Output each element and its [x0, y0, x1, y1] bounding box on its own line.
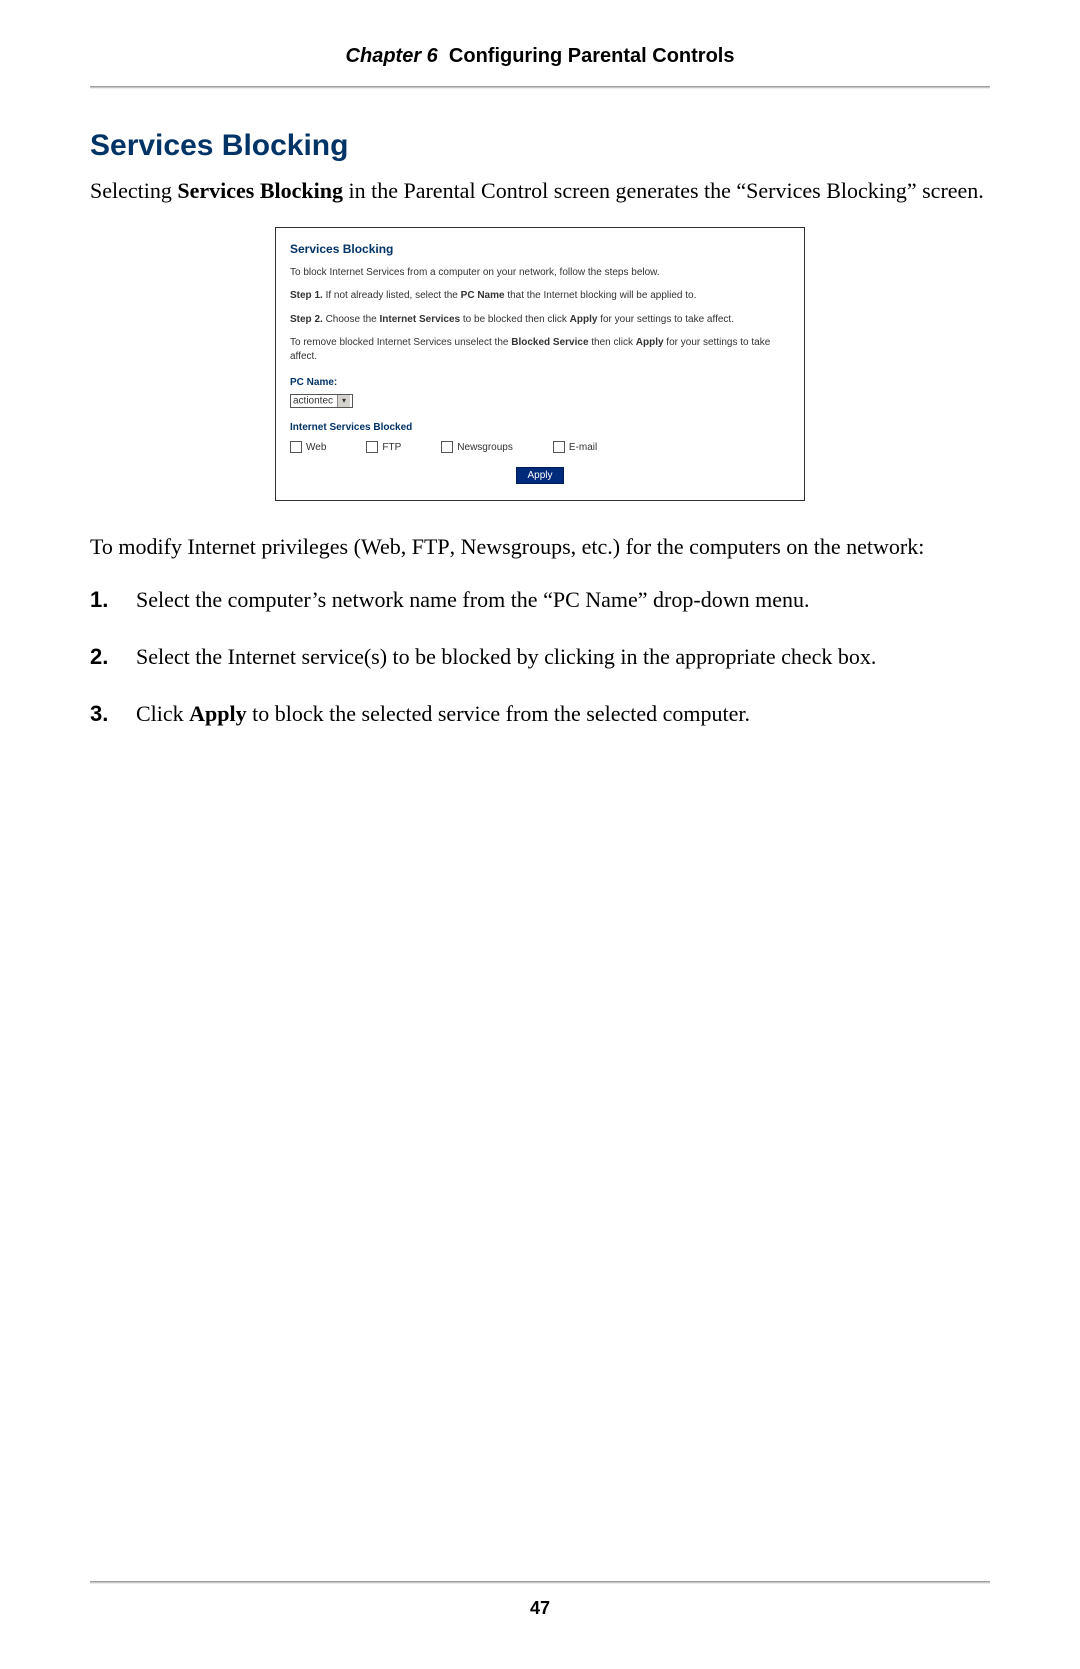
ftp-checkbox[interactable]: [366, 441, 378, 453]
remove-bold1: Blocked Service: [511, 337, 588, 348]
step1-mid1: If not already listed, select the: [323, 290, 461, 301]
step2-mid1: Choose the: [323, 314, 380, 325]
newsgroups-checkbox[interactable]: [441, 441, 453, 453]
step2-label: Step 2.: [290, 314, 323, 325]
step1-post1: that the Internet blocking will be appli…: [505, 290, 697, 301]
footer-divider: [90, 1581, 990, 1584]
panel-intro: To block Internet Services from a comput…: [290, 266, 790, 280]
post-figure-paragraph: To modify Internet privileges (Web, FTP,…: [90, 531, 990, 563]
step2-post: for your settings to take affect.: [597, 314, 734, 325]
intro-pre: Selecting: [90, 178, 177, 203]
intro-post: in the Parental Control screen generates…: [343, 178, 984, 203]
remove-pre: To remove blocked Internet Services unse…: [290, 337, 511, 348]
apply-wrap: Apply: [290, 467, 790, 484]
web-checkbox[interactable]: [290, 441, 302, 453]
intro-paragraph: Selecting Services Blocking in the Paren…: [90, 175, 990, 207]
post-figure-pre: To modify Internet privileges (Web,: [90, 534, 412, 559]
intro-bold: Services Blocking: [177, 178, 343, 203]
pc-name-select[interactable]: actiontec ▾: [290, 394, 353, 408]
step-3-pre: Click: [136, 701, 189, 726]
services-blocked-label: Internet Services Blocked: [290, 422, 790, 433]
figure-wrap: Services Blocking To block Internet Serv…: [90, 227, 990, 502]
step2-bold2: Apply: [570, 314, 598, 325]
services-row: Web FTP Newsgroups E-mail: [290, 441, 790, 453]
step-3-post: to block the selected service from the s…: [247, 701, 750, 726]
remove-mid: then click: [589, 337, 636, 348]
service-email: E-mail: [553, 441, 597, 453]
service-newsgroups: Newsgroups: [441, 441, 513, 453]
email-label: E-mail: [569, 442, 597, 453]
page-footer: 47: [90, 1581, 990, 1619]
post-figure-post: , Newsgroups, etc.) for the computers on…: [450, 534, 925, 559]
web-label: Web: [306, 442, 326, 453]
step1-bold1: PC Name: [461, 290, 505, 301]
document-page: Chapter 6 Configuring Parental Controls …: [0, 0, 1080, 1669]
numbered-steps: 1. Select the computer’s network name fr…: [90, 583, 990, 730]
panel-remove: To remove blocked Internet Services unse…: [290, 336, 790, 363]
email-checkbox[interactable]: [553, 441, 565, 453]
panel-title: Services Blocking: [290, 242, 790, 256]
step-2: 2. Select the Internet service(s) to be …: [90, 640, 990, 673]
newsgroups-label: Newsgroups: [457, 442, 513, 453]
ftp-label: FTP: [382, 442, 401, 453]
chapter-title: Configuring Parental Controls: [449, 45, 735, 67]
step-1-number: 1.: [90, 583, 136, 616]
step-3-number: 3.: [90, 697, 136, 730]
remove-bold2: Apply: [636, 337, 664, 348]
chapter-label: Chapter 6: [346, 45, 438, 67]
chevron-down-icon: ▾: [337, 395, 350, 407]
step2-bold1: Internet Services: [380, 314, 461, 325]
panel-step2: Step 2. Choose the Internet Services to …: [290, 313, 790, 327]
ftp-smallcaps: FTP: [412, 534, 450, 559]
step1-label: Step 1.: [290, 290, 323, 301]
chapter-header: Chapter 6 Configuring Parental Controls: [90, 45, 990, 68]
section-heading: Services Blocking: [90, 129, 990, 163]
service-web: Web: [290, 441, 326, 453]
panel-step1: Step 1. If not already listed, select th…: [290, 289, 790, 303]
pc-name-label: PC Name:: [290, 377, 790, 388]
step-3: 3. Click Apply to block the selected ser…: [90, 697, 990, 730]
pc-name-value: actiontec: [293, 396, 333, 407]
step2-mid2: to be blocked then click: [460, 314, 570, 325]
step-1: 1. Select the computer’s network name fr…: [90, 583, 990, 616]
step-1-text: Select the computer’s network name from …: [136, 583, 990, 616]
header-divider: [90, 86, 990, 89]
step-3-text: Click Apply to block the selected servic…: [136, 697, 990, 730]
services-blocking-panel: Services Blocking To block Internet Serv…: [275, 227, 805, 502]
service-ftp: FTP: [366, 441, 401, 453]
page-number: 47: [90, 1598, 990, 1619]
step-2-text: Select the Internet service(s) to be blo…: [136, 640, 990, 673]
apply-button[interactable]: Apply: [516, 467, 563, 484]
step-3-bold: Apply: [189, 701, 246, 726]
step-2-number: 2.: [90, 640, 136, 673]
